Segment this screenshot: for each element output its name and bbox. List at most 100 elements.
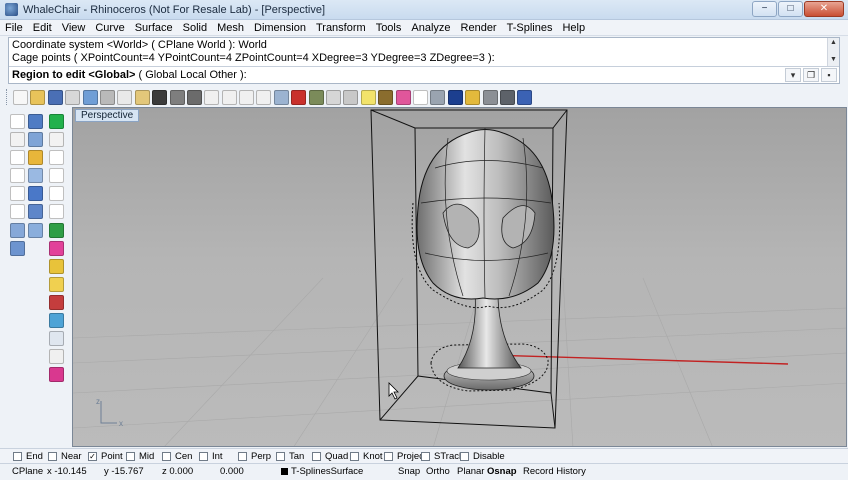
- menu-analyze[interactable]: Analyze: [406, 22, 455, 34]
- menu-solid[interactable]: Solid: [178, 22, 212, 34]
- perspective-viewport[interactable]: z x Perspective: [72, 107, 847, 447]
- fillet-icon[interactable]: [28, 150, 43, 166]
- osnap-checkbox[interactable]: [276, 452, 285, 461]
- osnap-disable[interactable]: Disable: [460, 451, 505, 462]
- arc-icon[interactable]: [10, 168, 25, 184]
- status-record-history-toggle[interactable]: Record History: [523, 466, 586, 477]
- zoom-selected-icon[interactable]: [256, 89, 272, 105]
- cylinder-icon[interactable]: [49, 240, 64, 256]
- zoom-window-icon[interactable]: [221, 89, 237, 105]
- status-ortho-toggle[interactable]: Ortho: [426, 466, 450, 477]
- polygon-icon[interactable]: [49, 150, 64, 166]
- extrude-icon[interactable]: [10, 240, 25, 256]
- undo-icon[interactable]: [152, 89, 168, 105]
- print-icon[interactable]: [65, 89, 81, 105]
- shaded-sphere-icon[interactable]: [430, 89, 446, 105]
- menu-tools[interactable]: Tools: [371, 22, 407, 34]
- osnap-checkbox[interactable]: [13, 452, 22, 461]
- osnap-checkbox[interactable]: [421, 452, 430, 461]
- green-circle-icon[interactable]: [49, 114, 64, 129]
- command-dropdown-icon[interactable]: ▾: [785, 68, 801, 82]
- command-prompt-options[interactable]: ( Global Local Other ):: [135, 69, 247, 81]
- osnap-checkbox[interactable]: [48, 452, 57, 461]
- osnap-checkbox[interactable]: [350, 452, 359, 461]
- osnap-point[interactable]: ✓ Point: [88, 451, 123, 462]
- zoom-extents-icon[interactable]: [239, 89, 255, 105]
- command-input[interactable]: [254, 68, 774, 82]
- menu-help[interactable]: Help: [557, 22, 590, 34]
- osnap-checkbox[interactable]: [312, 452, 321, 461]
- grid-snap-icon[interactable]: [326, 89, 342, 105]
- osnap-tan[interactable]: Tan: [276, 451, 304, 462]
- status-planar-toggle[interactable]: Planar: [457, 466, 484, 477]
- osnap-checkbox[interactable]: [199, 452, 208, 461]
- menu-edit[interactable]: Edit: [28, 22, 57, 34]
- circle-icon[interactable]: [10, 150, 25, 166]
- rotate-view-icon[interactable]: [186, 89, 202, 105]
- light-bulb-icon[interactable]: [360, 89, 376, 105]
- loft-icon[interactable]: [28, 114, 43, 129]
- osnap-knot[interactable]: Knot: [350, 451, 383, 462]
- scroll-down-icon[interactable]: ▼: [828, 55, 839, 64]
- menu-dimension[interactable]: Dimension: [249, 22, 311, 34]
- point-icon[interactable]: [10, 132, 25, 148]
- wireframe-sphere-icon[interactable]: [412, 89, 428, 105]
- osnap-mid[interactable]: Mid: [126, 451, 154, 462]
- menu-curve[interactable]: Curve: [90, 22, 129, 34]
- osnap-checkbox[interactable]: [126, 452, 135, 461]
- cone-icon[interactable]: [49, 258, 64, 274]
- cut-icon[interactable]: [99, 89, 115, 105]
- car-icon[interactable]: [291, 89, 307, 105]
- surface-icon[interactable]: [10, 204, 25, 220]
- block-icon[interactable]: [28, 222, 43, 238]
- paste-icon[interactable]: [134, 89, 150, 105]
- analyze-icon[interactable]: [49, 367, 64, 383]
- rhino-app-icon[interactable]: [5, 3, 18, 16]
- status-osnap-toggle[interactable]: Osnap: [487, 466, 517, 477]
- gears-icon[interactable]: [499, 89, 515, 105]
- help-icon[interactable]: [517, 89, 533, 105]
- osnap-perp[interactable]: Perp: [238, 451, 271, 462]
- status-snap-toggle[interactable]: Snap: [398, 466, 420, 477]
- menu-view[interactable]: View: [57, 22, 91, 34]
- polyline-icon[interactable]: [49, 168, 64, 184]
- text-icon[interactable]: [28, 186, 43, 202]
- command-history-scrollbar[interactable]: ▲ ▼: [827, 38, 839, 66]
- osnap-checkbox[interactable]: [384, 452, 393, 461]
- osnap-int[interactable]: Int: [199, 451, 223, 462]
- osnap-end[interactable]: End: [13, 451, 43, 462]
- box-icon[interactable]: [10, 222, 25, 238]
- sphere-icon[interactable]: [49, 222, 64, 238]
- menu-file[interactable]: File: [0, 22, 28, 34]
- color-wheel-icon[interactable]: [395, 89, 411, 105]
- maximize-button[interactable]: □: [778, 1, 803, 17]
- command-restore-icon[interactable]: ❐: [803, 68, 819, 82]
- explode-icon[interactable]: [49, 331, 64, 347]
- zoom-icon[interactable]: [204, 89, 220, 105]
- command-close-icon[interactable]: ▪: [821, 68, 837, 82]
- options-icon[interactable]: [343, 89, 359, 105]
- trim-icon[interactable]: [28, 168, 43, 184]
- lock-icon[interactable]: [378, 89, 394, 105]
- gear-icon[interactable]: [482, 89, 498, 105]
- osnap-cen[interactable]: Cen: [162, 451, 192, 462]
- select-arrow-icon[interactable]: [10, 114, 25, 129]
- menu-t-splines[interactable]: T-Splines: [502, 22, 558, 34]
- import-icon[interactable]: [82, 89, 98, 105]
- save-icon[interactable]: [47, 89, 63, 105]
- close-button[interactable]: ✕: [804, 1, 844, 17]
- osnap-near[interactable]: Near: [48, 451, 82, 462]
- torus-icon[interactable]: [49, 276, 64, 292]
- menu-transform[interactable]: Transform: [311, 22, 371, 34]
- open-folder-icon[interactable]: [30, 89, 46, 105]
- menu-render[interactable]: Render: [456, 22, 502, 34]
- point-cloud-icon[interactable]: [49, 132, 64, 148]
- rectangle-icon[interactable]: [10, 186, 25, 202]
- new-file-icon[interactable]: [13, 89, 28, 105]
- menu-mesh[interactable]: Mesh: [212, 22, 249, 34]
- boolean-icon[interactable]: [49, 294, 64, 310]
- osnap-checkbox[interactable]: [460, 452, 469, 461]
- copy-icon[interactable]: [117, 89, 133, 105]
- osnap-quad[interactable]: Quad: [312, 451, 348, 462]
- split-icon[interactable]: [49, 313, 64, 329]
